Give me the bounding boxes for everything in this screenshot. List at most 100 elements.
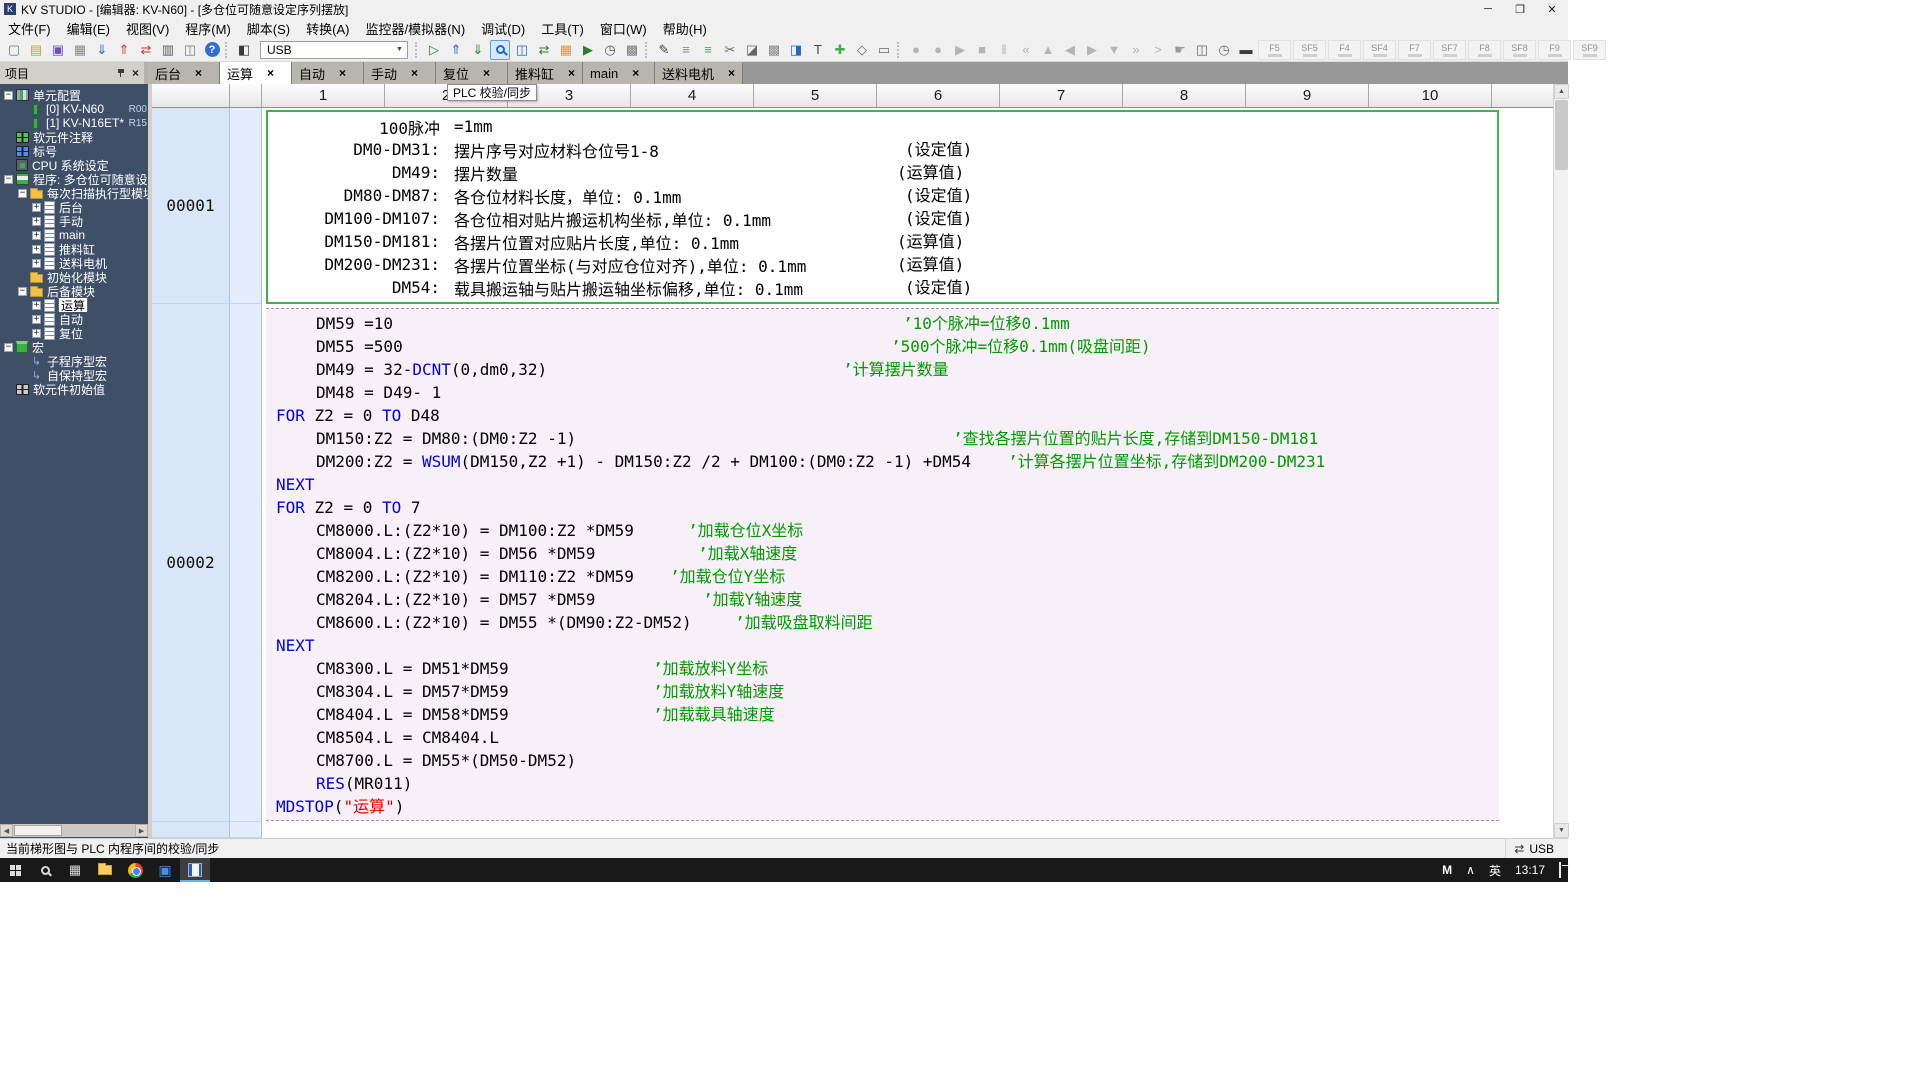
- record-icon[interactable]: ●: [906, 40, 926, 60]
- code-line-19[interactable]: CM8700.L = DM55*(DM50-DM52): [266, 749, 1499, 772]
- time-chart-icon[interactable]: ▬: [1236, 40, 1256, 60]
- code-line-0[interactable]: DM59 =10’10个脉冲=位移0.1mm: [266, 312, 1499, 335]
- fnkey-f7-button[interactable]: F7: [1398, 39, 1431, 60]
- ime-language-indicator[interactable]: 英: [1482, 862, 1508, 879]
- unit-editor-icon[interactable]: ▦: [556, 40, 576, 60]
- tree-item-17[interactable]: + 复位: [0, 326, 148, 340]
- edit-pencil-icon[interactable]: ✎: [654, 40, 674, 60]
- menu-item-5[interactable]: 转换(A): [298, 19, 357, 38]
- menu-item-3[interactable]: 程序(M): [177, 19, 239, 38]
- read-from-plc-icon[interactable]: ⇓: [92, 40, 112, 60]
- start-button[interactable]: [0, 858, 30, 882]
- collapse-icon[interactable]: −: [4, 174, 13, 184]
- tree-item-1[interactable]: [0] KV-N60 R00: [0, 102, 148, 116]
- mnemonic-list-icon[interactable]: ≡: [698, 40, 718, 60]
- chart-view-icon[interactable]: ◪: [742, 40, 762, 60]
- step-back-icon[interactable]: ◀: [1060, 40, 1080, 60]
- code-line-20[interactable]: RES(MR011): [266, 772, 1499, 795]
- tree-item-9[interactable]: + 手动: [0, 214, 148, 228]
- code-line-11[interactable]: CM8200.L:(Z2*10) = DM110:Z2 *DM59 ’加载仓位Y坐…: [266, 565, 1499, 588]
- tree-item-15[interactable]: + 运算: [0, 298, 148, 312]
- fnkey-f8-button[interactable]: F8: [1468, 39, 1501, 60]
- tree-item-6[interactable]: − 程序: 多仓位可随意设定序列摆放: [0, 172, 148, 186]
- pin-icon[interactable]: [117, 68, 125, 78]
- block-number[interactable]: 00002: [152, 304, 230, 822]
- open-project-icon[interactable]: ▤: [26, 40, 46, 60]
- scroll-up-arrow-icon[interactable]: ▲: [1554, 84, 1569, 99]
- editor-row-2[interactable]: 00002 DM59 =10’10个脉冲=位移0.1mm DM55 =500’50…: [152, 304, 1553, 822]
- tab-2[interactable]: 自动 ×: [292, 62, 364, 84]
- tab-close-icon[interactable]: ×: [568, 66, 575, 80]
- code-line-8[interactable]: FOR Z2 = 0 TO 7: [266, 496, 1499, 519]
- fnkey-sf9-button[interactable]: SF9: [1573, 39, 1606, 60]
- write-to-plc-icon[interactable]: ⇑: [114, 40, 134, 60]
- connection-selector[interactable]: USB ▼: [260, 40, 408, 59]
- help-icon[interactable]: ?: [202, 40, 222, 60]
- tab-close-icon[interactable]: ×: [195, 66, 202, 80]
- tree-item-2[interactable]: [1] KV-N16ET* R15: [0, 116, 148, 130]
- watch-window-icon[interactable]: ◷: [600, 40, 620, 60]
- comment-block[interactable]: 100脉冲 =1mm DM0-DM31: 摆片序号对应材料仓位号1-8 (设定值) DM4…: [266, 110, 1499, 304]
- tree-item-8[interactable]: + 后台: [0, 200, 148, 214]
- kv-studio-taskbar-icon[interactable]: [180, 858, 210, 882]
- scrollbar-thumb[interactable]: [14, 825, 62, 836]
- expand-icon[interactable]: +: [32, 244, 41, 254]
- code-line-6[interactable]: DM200:Z2 = WSUM(DM150,Z2 +1) - DM150:Z2 …: [266, 450, 1499, 473]
- code-line-1[interactable]: DM55 =500’500个脉冲=位移0.1mm(吸盘间距): [266, 335, 1499, 358]
- code-line-3[interactable]: DM48 = D49- 1: [266, 381, 1499, 404]
- fnkey-sf7-button[interactable]: SF7: [1433, 39, 1466, 60]
- menu-item-0[interactable]: 文件(F): [0, 19, 59, 38]
- fnkey-f9-button[interactable]: F9: [1538, 39, 1571, 60]
- tab-close-icon[interactable]: ×: [411, 66, 418, 80]
- collapse-icon[interactable]: −: [4, 90, 13, 100]
- pinned-app-icon[interactable]: ▣: [150, 858, 180, 882]
- up-icon[interactable]: ▲: [1038, 40, 1058, 60]
- registers-monitor-icon[interactable]: ◫: [512, 40, 532, 60]
- scroll-down-arrow-icon[interactable]: ▼: [1554, 823, 1569, 838]
- code-line-4[interactable]: FOR Z2 = 0 TO D48: [266, 404, 1499, 427]
- minimize-button[interactable]: ─: [1472, 0, 1504, 18]
- taskbar-clock[interactable]: 13:17: [1508, 863, 1552, 877]
- code-line-5[interactable]: DM150:Z2 = DM80:(DM0:Z2 -1) ’查找各摆片位置的贴片长度…: [266, 427, 1499, 450]
- collapse-icon[interactable]: −: [4, 342, 13, 352]
- code-line-10[interactable]: CM8004.L:(Z2*10) = DM56 *DM59 ’加载X轴速度: [266, 542, 1499, 565]
- code-line-9[interactable]: CM8000.L:(Z2*10) = DM100:Z2 *DM59 ’加载仓位X坐…: [266, 519, 1499, 542]
- monitor-window-icon[interactable]: ◫: [1192, 40, 1212, 60]
- editor-row-1[interactable]: 00001 100脉冲 =1mm DM0-DM31: 摆片序号对应材料仓位号1-8 (设…: [152, 108, 1553, 304]
- simulator-icon[interactable]: ▶: [578, 40, 598, 60]
- comment-line-5[interactable]: DM150-DM181: 各摆片位置对应贴片长度,单位: 0.1mm (运算值): [268, 230, 1497, 253]
- rewind-icon[interactable]: «: [1016, 40, 1036, 60]
- comment-line-1[interactable]: DM0-DM31: 摆片序号对应材料仓位号1-8 (设定值): [268, 138, 1497, 161]
- tree-item-14[interactable]: − 后备模块: [0, 284, 148, 298]
- tab-4[interactable]: 复位 ×: [436, 62, 508, 84]
- tree-item-4[interactable]: 标号: [0, 144, 148, 158]
- collapse-icon[interactable]: −: [18, 286, 27, 296]
- box-comment-icon[interactable]: ▭: [874, 40, 894, 60]
- comment-line-0[interactable]: 100脉冲 =1mm: [268, 115, 1497, 138]
- fnkey-f5-button[interactable]: F5: [1258, 39, 1291, 60]
- expand-icon[interactable]: +: [32, 300, 41, 310]
- grid-view-icon[interactable]: ▩: [764, 40, 784, 60]
- plc-write-icon[interactable]: ⇑: [446, 40, 466, 60]
- comment-line-6[interactable]: DM200-DM231: 各摆片位置坐标(与对应仓位对齐),单位: 0.1mm (运…: [268, 253, 1497, 276]
- tree-item-21[interactable]: 软元件初始值: [0, 382, 148, 396]
- timer-icon[interactable]: ◷: [1214, 40, 1234, 60]
- scroll-left-arrow-icon[interactable]: ◀: [0, 824, 13, 837]
- plc-connection-icon[interactable]: ◧: [234, 40, 254, 60]
- step-forward-icon[interactable]: ▶: [1082, 40, 1102, 60]
- tab-5[interactable]: 推料缸 ×: [508, 62, 584, 84]
- code-line-12[interactable]: CM8204.L:(Z2*10) = DM57 *DM59 ’加载Y轴速度: [266, 588, 1499, 611]
- tab-close-icon[interactable]: ×: [339, 66, 346, 80]
- chrome-icon[interactable]: [120, 858, 150, 882]
- code-line-21[interactable]: MDSTOP("运算"): [266, 795, 1499, 818]
- code-line-16[interactable]: CM8304.L = DM57*DM59 ’加载放料Y轴速度: [266, 680, 1499, 703]
- code-line-2[interactable]: DM49 = 32-DCNT(0,dm0,32) ’计算摆片数量: [266, 358, 1499, 381]
- tree-item-12[interactable]: + 送料电机: [0, 256, 148, 270]
- fnkey-sf5-button[interactable]: SF5: [1293, 39, 1326, 60]
- ime-m-badge[interactable]: M: [1435, 863, 1459, 877]
- comment-line-4[interactable]: DM100-DM107: 各仓位相对贴片搬运机构坐标,单位: 0.1mm (设定值): [268, 207, 1497, 230]
- action-center-icon[interactable]: [1552, 862, 1568, 878]
- text-tool-icon[interactable]: T: [808, 40, 828, 60]
- ladder-script-editor[interactable]: 1 2 3 4 5 6 7 8 9 10 00001 100脉冲 =1mm DM0-DM31: 摆片序号…: [152, 84, 1553, 838]
- tree-item-20[interactable]: ↳ 自保持型宏: [0, 368, 148, 383]
